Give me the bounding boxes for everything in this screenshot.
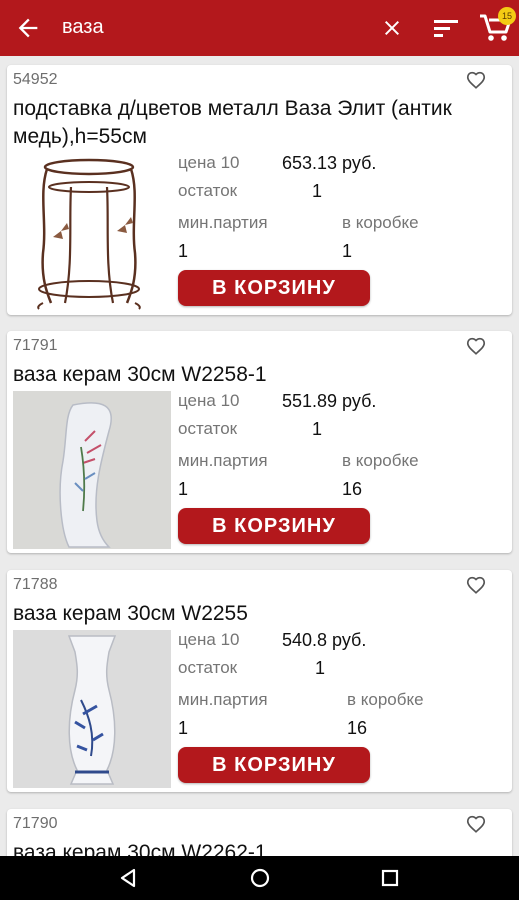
sort-icon[interactable] [432, 16, 460, 40]
product-title[interactable]: ваза керам 30см W2255 [13, 600, 483, 628]
back-nav-icon[interactable] [116, 866, 140, 890]
product-card[interactable]: 71790 ваза керам 30см W2262-1 [7, 809, 512, 856]
product-code: 71790 [13, 815, 58, 832]
heart-icon[interactable] [465, 574, 487, 596]
recents-nav-icon[interactable] [378, 866, 402, 890]
stock-value: 1 [312, 419, 323, 439]
product-code: 71791 [13, 337, 58, 354]
min-batch-label: мин.партия [178, 451, 268, 470]
heart-icon[interactable] [465, 335, 487, 357]
price-value: 551.89 руб. [282, 391, 377, 411]
product-title[interactable]: подставка д/цветов металл Ваза Элит (ант… [13, 95, 483, 151]
system-navigation-bar [0, 856, 519, 900]
price-label: цена 10 [178, 153, 240, 172]
search-query-text[interactable]: ваза [62, 16, 104, 39]
min-batch-label: мин.партия [178, 690, 268, 709]
min-batch-value: 1 [178, 479, 189, 499]
product-card[interactable]: 71791 ваза керам 30см W2258-1 цена 10 55… [7, 331, 512, 553]
back-arrow-icon[interactable] [14, 14, 42, 42]
heart-icon[interactable] [465, 813, 487, 835]
price-value: 653.13 руб. [282, 153, 377, 173]
price-value: 540.8 руб. [282, 630, 367, 650]
heart-icon[interactable] [465, 69, 487, 91]
stock-value: 1 [312, 181, 323, 201]
per-box-value: 16 [342, 479, 363, 499]
product-title[interactable]: ваза керам 30см W2258-1 [13, 361, 483, 389]
product-image[interactable] [13, 630, 171, 788]
per-box-value: 16 [347, 718, 368, 738]
stock-label: остаток [178, 181, 238, 200]
min-batch-value: 1 [178, 241, 189, 261]
per-box-label: в коробке [342, 213, 419, 232]
stock-value: 1 [315, 658, 326, 678]
product-card[interactable]: 54952 подставка д/цветов металл Ваза Эли… [7, 65, 512, 315]
product-image[interactable] [13, 391, 171, 549]
product-list[interactable]: 54952 подставка д/цветов металл Ваза Эли… [0, 56, 519, 856]
stock-label: остаток [178, 658, 238, 677]
price-label: цена 10 [178, 630, 240, 649]
add-to-cart-button[interactable]: В КОРЗИНУ [178, 508, 370, 544]
per-box-value: 1 [342, 241, 353, 261]
product-code: 71788 [13, 576, 58, 593]
app-bar: ваза 15 [0, 0, 519, 56]
add-to-cart-button[interactable]: В КОРЗИНУ [178, 270, 370, 306]
product-title[interactable]: ваза керам 30см W2262-1 [13, 839, 483, 856]
home-nav-icon[interactable] [248, 866, 272, 890]
min-batch-label: мин.партия [178, 213, 268, 232]
clear-search-icon[interactable] [380, 16, 404, 40]
product-card[interactable]: 71788 ваза керам 30см W2255 цена 10 540.… [7, 570, 512, 792]
min-batch-value: 1 [178, 718, 189, 738]
stock-label: остаток [178, 419, 238, 438]
product-code: 54952 [13, 71, 58, 88]
cart-count-badge: 15 [498, 7, 516, 25]
per-box-label: в коробке [342, 451, 419, 470]
per-box-label: в коробке [347, 690, 424, 709]
add-to-cart-button[interactable]: В КОРЗИНУ [178, 747, 370, 783]
product-image[interactable] [13, 153, 171, 311]
price-label: цена 10 [178, 391, 240, 410]
